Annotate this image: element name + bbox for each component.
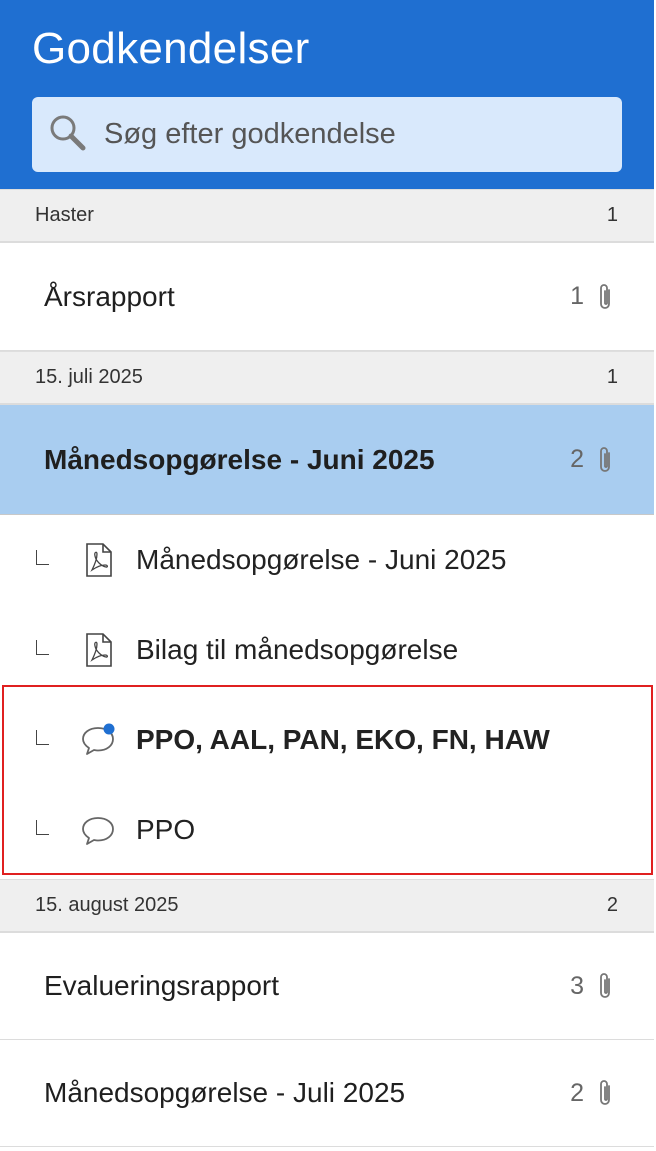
child-label: Bilag til månedsopgørelse xyxy=(136,634,459,665)
child-label: Månedsopgørelse - Juni 2025 xyxy=(136,544,507,575)
group-label: 15. juli 2025 xyxy=(35,366,143,388)
child-item-document[interactable]: Bilag til månedsopgørelse xyxy=(0,605,654,695)
group-count: 2 xyxy=(606,894,618,916)
attachment-count: 1 xyxy=(570,282,584,310)
child-item-comment-thread[interactable]: PPO xyxy=(0,785,654,875)
child-item-document[interactable]: Månedsopgørelse - Juni 2025 xyxy=(0,515,654,605)
item-title: Årsrapport xyxy=(44,280,175,312)
pdf-icon xyxy=(86,543,112,577)
tree-connector xyxy=(36,730,49,745)
group-count: 1 xyxy=(606,366,618,388)
pdf-icon xyxy=(86,633,112,667)
tree-connector xyxy=(36,550,49,565)
comment-unread-icon xyxy=(82,723,115,755)
child-label: PPO xyxy=(136,814,196,845)
item-attachments: 2 xyxy=(570,445,614,475)
approval-item-evalueringsrapport[interactable]: Evalueringsrapport 3 xyxy=(0,933,654,1040)
attachment-count: 3 xyxy=(570,971,584,1000)
item-attachments: 1 xyxy=(570,282,614,312)
group-label: Haster xyxy=(35,204,94,226)
child-label: PPO, AAL, PAN, EKO, FN, HAW xyxy=(136,724,550,755)
paperclip-icon xyxy=(600,973,610,998)
approval-item-aarsrapport[interactable]: Årsrapport 1 xyxy=(0,243,654,351)
app-header: Godkendelser xyxy=(0,0,654,189)
item-title: Månedsopgørelse - Juli 2025 xyxy=(44,1077,406,1108)
app-title: Godkendelser xyxy=(32,24,310,73)
paperclip-icon xyxy=(600,1080,610,1105)
search-input[interactable] xyxy=(104,97,604,172)
approvals-list: Haster 1 Årsrapport 1 15. juli 2025 1 Må… xyxy=(0,189,654,1147)
approval-item-maanedsopgoerelse-juli[interactable]: Månedsopgørelse - Juli 2025 2 xyxy=(0,1040,654,1147)
group-header-haster: Haster 1 xyxy=(0,189,654,243)
group-header-15-juli-2025: 15. juli 2025 1 xyxy=(0,351,654,405)
approval-item-maanedsopgoerelse-juni[interactable]: Månedsopgørelse - Juni 2025 2 xyxy=(0,405,654,515)
paperclip-icon xyxy=(600,446,610,472)
child-item-comment-thread[interactable]: PPO, AAL, PAN, EKO, FN, HAW xyxy=(0,695,654,785)
item-title: Evalueringsrapport xyxy=(44,970,280,1001)
attachment-count: 2 xyxy=(570,1078,584,1107)
tree-connector xyxy=(36,640,49,655)
item-attachments: 3 xyxy=(570,971,614,1001)
group-label: 15. august 2025 xyxy=(35,894,179,916)
attachment-count: 2 xyxy=(570,445,584,473)
tree-connector xyxy=(36,820,49,835)
item-attachments: 2 xyxy=(570,1078,614,1108)
item-title: Månedsopgørelse - Juni 2025 xyxy=(44,443,435,475)
comment-icon xyxy=(82,817,114,845)
paperclip-icon xyxy=(600,283,610,309)
search-box[interactable] xyxy=(32,97,622,172)
search-icon xyxy=(50,115,86,151)
group-header-15-august-2025: 15. august 2025 2 xyxy=(0,879,654,933)
group-count: 1 xyxy=(606,204,618,226)
